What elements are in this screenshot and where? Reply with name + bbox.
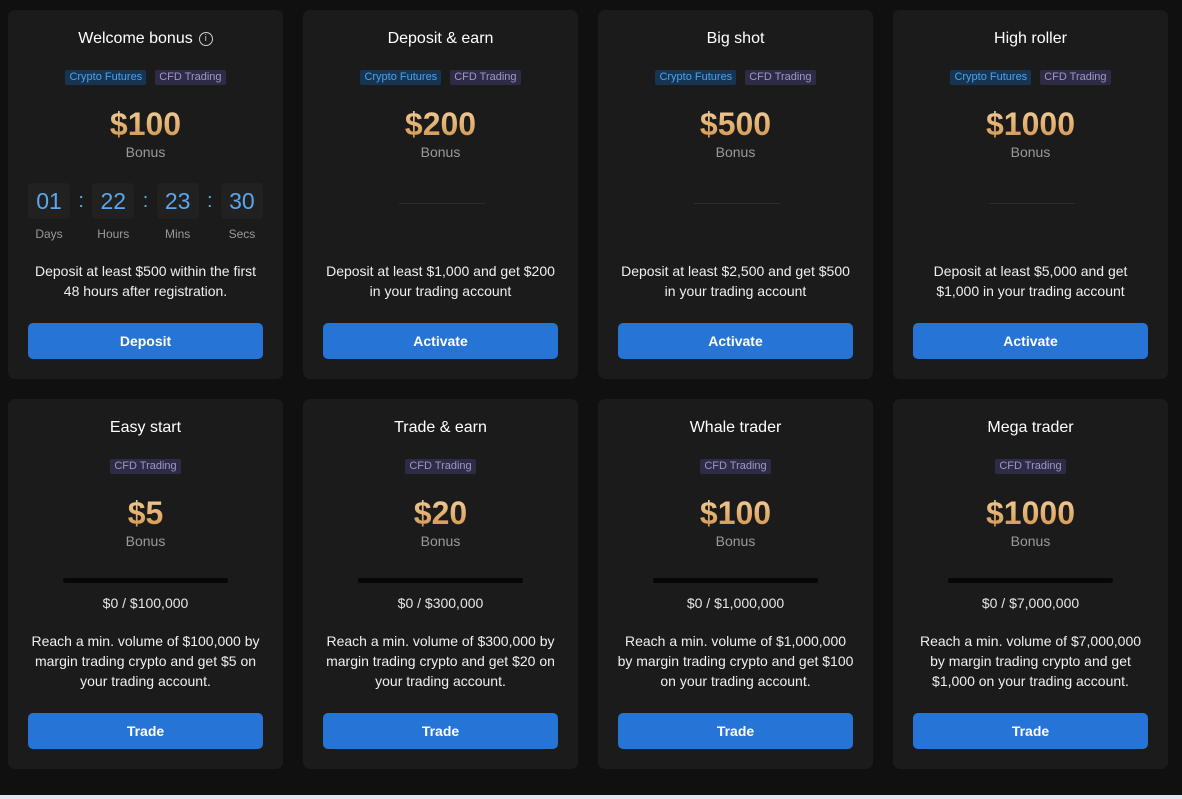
tag-list: CFD Trading <box>303 459 578 474</box>
activate-button[interactable]: Activate <box>618 323 853 359</box>
bonus-amount: $200 <box>303 105 578 143</box>
tag-cfd-trading: CFD Trading <box>405 459 476 474</box>
tag-cfd-trading: CFD Trading <box>700 459 771 474</box>
volume-progress-text: $0 / $100,000 <box>102 595 189 611</box>
countdown-days-value: 01 <box>28 183 70 219</box>
tag-list: Crypto Futures CFD Trading <box>8 70 283 85</box>
bonus-amount: $500 <box>598 105 873 143</box>
tag-list: Crypto Futures CFD Trading <box>303 70 578 85</box>
tag-cfd-trading: CFD Trading <box>155 70 226 85</box>
card-title: Mega trader <box>987 419 1074 436</box>
bonus-label: Bonus <box>1010 533 1051 549</box>
tag-cfd-trading: CFD Trading <box>110 459 181 474</box>
tag-list: Crypto Futures CFD Trading <box>893 70 1168 85</box>
countdown-secs-label: Secs <box>228 227 256 241</box>
divider <box>694 203 780 204</box>
bonus-label: Bonus <box>715 144 756 160</box>
tag-list: Crypto Futures CFD Trading <box>598 70 873 85</box>
info-icon[interactable]: i <box>198 32 213 46</box>
trade-button[interactable]: Trade <box>618 713 853 749</box>
bonus-card-whale-trader: Whale trader CFD Trading $100 Bonus $0 /… <box>598 399 873 769</box>
card-description: Deposit at least $500 within the first 4… <box>34 263 256 299</box>
volume-progress-bar <box>358 578 523 583</box>
volume-progress-bar <box>948 578 1113 583</box>
card-title: High roller <box>994 30 1067 47</box>
tag-cfd-trading: CFD Trading <box>450 70 521 85</box>
bonus-card-welcome: Welcome bonus i Crypto Futures CFD Tradin… <box>8 10 283 379</box>
card-description: Reach a min. volume of $1,000,000 by mar… <box>617 633 854 689</box>
countdown-days: 01 Days <box>28 183 70 241</box>
bonus-card-easy-start: Easy start CFD Trading $5 Bonus $0 / $10… <box>8 399 283 769</box>
countdown-hours-label: Hours <box>97 227 130 241</box>
bonus-card-high-roller: High roller Crypto Futures CFD Trading $… <box>893 10 1168 379</box>
tag-list: CFD Trading <box>598 459 873 474</box>
tag-crypto-futures: Crypto Futures <box>950 70 1032 85</box>
bonus-amount: $100 <box>8 105 283 143</box>
trade-button[interactable]: Trade <box>323 713 558 749</box>
card-description: Deposit at least $2,500 and get $500 in … <box>621 263 850 299</box>
card-title-text: Welcome bonus <box>78 30 193 47</box>
volume-progress-text: $0 / $300,000 <box>397 595 484 611</box>
bonus-label: Bonus <box>1010 144 1051 160</box>
volume-progress-bar <box>653 578 818 583</box>
tag-list: CFD Trading <box>893 459 1168 474</box>
volume-progress-text: $0 / $7,000,000 <box>981 595 1080 611</box>
card-description: Deposit at least $1,000 and get $200 in … <box>326 263 555 299</box>
volume-progress-text: $0 / $1,000,000 <box>686 595 785 611</box>
countdown-mins-value: 23 <box>156 183 199 219</box>
countdown-timer: 01 Days : 22 Hours : 23 Mins : 30 Secs <box>28 183 263 241</box>
bonus-label: Bonus <box>715 533 756 549</box>
bonus-label: Bonus <box>420 144 461 160</box>
tag-cfd-trading: CFD Trading <box>1040 70 1111 85</box>
bonus-card-big-shot: Big shot Crypto Futures CFD Trading $500… <box>598 10 873 379</box>
bonus-amount: $100 <box>598 494 873 532</box>
countdown-separator: : <box>142 190 149 212</box>
divider <box>399 203 485 204</box>
tag-cfd-trading: CFD Trading <box>995 459 1066 474</box>
bonus-card-deposit-earn: Deposit & earn Crypto Futures CFD Tradin… <box>303 10 578 379</box>
countdown-hours-value: 22 <box>92 183 135 219</box>
divider <box>989 203 1075 204</box>
card-title: Welcome bonus i <box>8 29 283 49</box>
countdown-mins-label: Mins <box>164 227 191 241</box>
trade-button[interactable]: Trade <box>28 713 263 749</box>
bonus-label: Bonus <box>420 533 461 549</box>
tag-list: CFD Trading <box>8 459 283 474</box>
countdown-separator: : <box>207 190 213 212</box>
card-title: Whale trader <box>689 419 782 436</box>
card-title: Trade & earn <box>394 419 487 436</box>
countdown-secs-value: 30 <box>220 183 263 219</box>
bonus-card-mega-trader: Mega trader CFD Trading $1000 Bonus $0 /… <box>893 399 1168 769</box>
bonus-card-trade-earn: Trade & earn CFD Trading $20 Bonus $0 / … <box>303 399 578 769</box>
tag-crypto-futures: Crypto Futures <box>65 70 147 85</box>
bonus-amount: $1000 <box>893 494 1168 532</box>
card-title: Big shot <box>706 30 765 47</box>
card-description: Deposit at least $5,000 and get $1,000 i… <box>933 263 1128 299</box>
bottom-edge-strip <box>0 795 1182 799</box>
card-title: Deposit & earn <box>387 30 494 47</box>
bonus-amount: $20 <box>303 494 578 532</box>
tag-crypto-futures: Crypto Futures <box>655 70 737 85</box>
volume-progress-bar <box>63 578 228 583</box>
tag-crypto-futures: Crypto Futures <box>360 70 442 85</box>
countdown-mins: 23 Mins <box>156 183 199 241</box>
tag-cfd-trading: CFD Trading <box>745 70 816 85</box>
countdown-secs: 30 Secs <box>220 183 263 241</box>
bonus-label: Bonus <box>125 144 166 160</box>
bonus-grid: Welcome bonus i Crypto Futures CFD Tradin… <box>8 10 1168 769</box>
trade-button[interactable]: Trade <box>913 713 1148 749</box>
bonus-amount: $1000 <box>893 105 1168 143</box>
activate-button[interactable]: Activate <box>913 323 1148 359</box>
deposit-button[interactable]: Deposit <box>28 323 263 359</box>
countdown-days-label: Days <box>35 227 63 241</box>
card-description: Reach a min. volume of $100,000 by margi… <box>31 633 260 689</box>
countdown-hours: 22 Hours <box>92 183 135 241</box>
card-description: Reach a min. volume of $7,000,000 by mar… <box>919 633 1142 689</box>
activate-button[interactable]: Activate <box>323 323 558 359</box>
countdown-separator: : <box>78 190 84 212</box>
card-title: Easy start <box>109 419 182 436</box>
card-description: Reach a min. volume of $300,000 by margi… <box>326 633 555 689</box>
bonus-label: Bonus <box>125 533 166 549</box>
bonus-amount: $5 <box>8 494 283 532</box>
